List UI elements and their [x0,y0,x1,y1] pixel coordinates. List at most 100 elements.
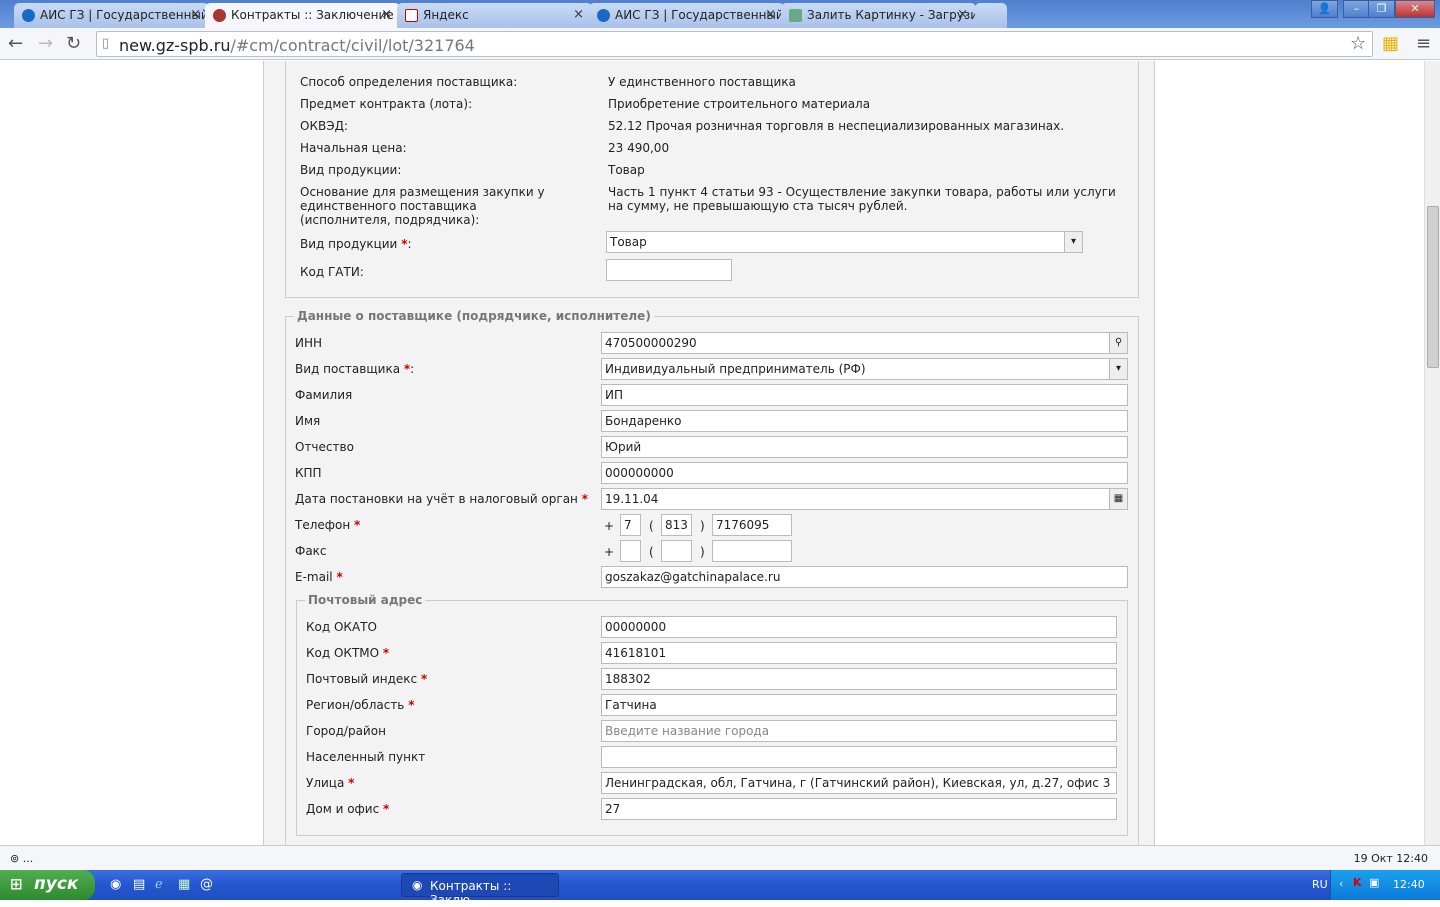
search-icon[interactable]: ⚲ [1109,333,1127,353]
back-icon[interactable]: ← [8,33,23,54]
field-value: Часть 1 пункт 4 статьи 93 - Осуществлени… [608,185,1116,213]
house-input[interactable]: 27 [601,798,1117,820]
plus-sign: + [604,519,615,533]
fax-number-input[interactable] [712,540,792,562]
city-input[interactable]: Введите название города [601,720,1117,742]
kaspersky-icon[interactable]: K [1353,876,1362,889]
tab-yandex[interactable]: Яндекс × [397,3,592,28]
excel-icon[interactable]: ▦ [178,877,190,892]
taxdate-input[interactable]: 19.11.04 ▦ [601,488,1128,510]
taskbar-item-chrome[interactable]: ◉ Контракты :: Заклю... [401,873,559,907]
ie-alt-icon[interactable]: @ [200,877,213,892]
restore-button[interactable]: ❐ [1368,0,1395,18]
close-icon[interactable]: × [381,7,392,22]
supplier-type-label: Вид поставщика *: [295,362,415,376]
windows-logo-icon: ⊞ [10,875,23,893]
tab-ais-gz-2[interactable]: АИС ГЗ | Государственный × [589,3,784,28]
name-label: Имя [295,414,321,428]
paren: ) [700,519,705,533]
calendar-icon[interactable]: ▦ [1109,489,1127,509]
image-icon [789,9,802,22]
close-icon[interactable]: × [765,7,776,22]
okato-label: Код ОКАТО [306,620,377,634]
surname-label: Фамилия [295,388,353,402]
surname-input[interactable]: ИП [601,384,1128,406]
paren: ( [649,545,654,559]
field-value: Приобретение строительного материала [608,97,871,111]
close-window-button[interactable]: ✕ [1395,0,1435,18]
network-icon[interactable]: ▣ [1369,876,1379,889]
forward-icon[interactable]: → [38,33,53,54]
start-button[interactable]: ⊞ пуск [0,870,95,900]
taskbar: ⊞ пуск ◉ ▤ ℯ ▦ @ ◉ Контракты :: Заклю... R… [0,870,1440,907]
fax-country-input[interactable] [620,540,641,562]
page-icon: ▯ [102,36,110,51]
taxdate-label: Дата постановки на учёт в налоговый орга… [295,492,589,506]
reload-icon[interactable]: ↻ [66,33,81,54]
tab-ais-gz-1[interactable]: АИС ГЗ | Государственный × [14,3,209,28]
kpp-label: КПП [295,466,322,480]
yandex-icon [405,9,418,22]
oktmo-input[interactable]: 41618101 [601,642,1117,664]
phone-number-input[interactable]: 7176095 [712,514,792,536]
field-label: Основание для размещения закупки у единс… [300,185,545,227]
phone-label: Телефон * [295,518,361,532]
user-icon[interactable]: 👤 [1311,0,1338,18]
site-icon [597,9,610,22]
field-label: ОКВЭД: [300,119,348,133]
region-input[interactable]: Гатчина [601,694,1117,716]
field-value: 52.12 Прочая розничная торговля в неспец… [608,119,1065,133]
chevron-down-icon[interactable]: ▾ [1064,232,1082,252]
inn-label: ИНН [295,336,323,350]
fax-label: Факс [295,544,327,558]
close-icon[interactable]: × [190,7,201,22]
scrollbar-thumb[interactable] [1427,206,1439,368]
kpp-input[interactable]: 000000000 [601,462,1128,484]
vertical-scrollbar[interactable] [1424,61,1440,845]
field-value: 23 490,00 [608,141,670,155]
chrome-icon[interactable]: ◉ [110,877,121,892]
form-column: Способ определения поставщика: У единств… [263,61,1155,845]
region-label: Регион/область * [306,698,415,712]
fax-code-input[interactable] [661,540,692,562]
page-content: Способ определения поставщика: У единств… [0,61,1424,845]
system-tray: ‹ K ▣ 12:40 [1330,870,1440,900]
tray-expand-icon[interactable]: ‹ [1339,877,1343,890]
field-label: Способ определения поставщика: [300,75,518,89]
close-icon[interactable]: × [573,7,584,22]
settlement-input[interactable] [601,746,1117,768]
field-label: Вид продукции: [300,163,402,177]
new-tab-button[interactable] [975,3,1007,28]
language-indicator[interactable]: RU [1312,878,1328,891]
minimize-button[interactable]: – [1343,0,1370,18]
chevron-down-icon[interactable]: ▾ [1109,359,1127,379]
email-label: E-mail * [295,570,343,584]
product-type-select[interactable]: Товар ▾ [606,231,1083,253]
ie-icon[interactable]: ℯ [155,877,163,892]
gati-input[interactable] [606,259,732,281]
street-input[interactable]: Ленинградская, обл, Гатчина, г (Гатчинск… [601,772,1117,794]
menu-icon[interactable]: ≡ [1416,33,1431,54]
extension-icon[interactable]: ▦ [1382,33,1399,54]
clock: 12:40 [1393,878,1425,891]
tab-upload-image[interactable]: Залить Картинку - Загрузи × [781,3,976,28]
oktmo-label: Код ОКТМО * [306,646,390,660]
okato-input[interactable]: 00000000 [601,616,1117,638]
email-input[interactable]: goszakaz@gatchinapalace.ru [601,566,1128,588]
phone-country-input[interactable]: 7 [620,514,641,536]
name-input[interactable]: Бондаренко [601,410,1128,432]
zip-input[interactable]: 188302 [601,668,1117,690]
supplier-type-select[interactable]: Индивидуальный предприниматель (РФ) ▾ [601,358,1128,380]
bookmark-star-icon[interactable]: ☆ [1350,33,1366,54]
inn-input[interactable]: 470500000290 ⚲ [601,332,1128,354]
zip-label: Почтовый индекс * [306,672,428,686]
tab-contracts[interactable]: Контракты :: Заключение × [205,3,400,28]
phone-code-input[interactable]: 813 [661,514,692,536]
close-icon[interactable]: × [957,7,968,22]
notepad-icon[interactable]: ▤ [133,877,145,892]
address-bar[interactable]: new.gz-spb.ru/#cm/contract/civil/lot/321… [96,31,1373,57]
patronymic-input[interactable]: Юрий [601,436,1128,458]
field-label: Предмет контракта (лота): [300,97,473,111]
browser-toolbar: ← → ↻ new.gz-spb.ru/#cm/contract/civil/l… [0,28,1440,60]
product-type-label: Вид продукции *: [300,237,412,251]
